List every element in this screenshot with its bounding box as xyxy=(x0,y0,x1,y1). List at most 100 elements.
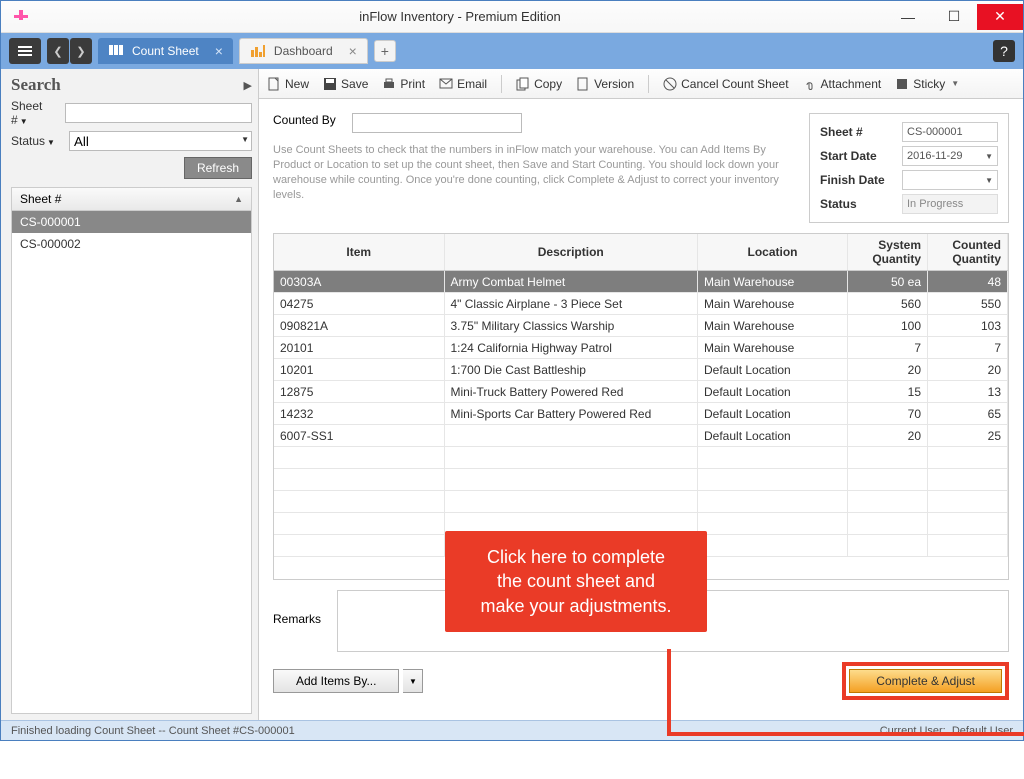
col-location[interactable]: Location xyxy=(698,234,848,271)
filter-sheet-input[interactable] xyxy=(65,103,252,123)
table-cell[interactable]: 1:24 California Highway Patrol xyxy=(444,337,698,359)
table-cell[interactable]: Main Warehouse xyxy=(698,293,848,315)
table-cell[interactable] xyxy=(444,447,698,469)
sheet-list-row[interactable]: CS-000002 xyxy=(12,233,251,255)
table-cell[interactable]: Main Warehouse xyxy=(698,271,848,293)
table-cell[interactable]: Main Warehouse xyxy=(698,337,848,359)
collapse-search-icon[interactable]: ▶ xyxy=(244,79,252,92)
sticky-button[interactable]: Sticky▼ xyxy=(895,77,959,91)
add-items-by-button[interactable]: Add Items By... xyxy=(273,669,399,693)
help-button[interactable]: ? xyxy=(993,40,1015,62)
table-cell[interactable]: 25 xyxy=(928,425,1008,447)
add-items-by-dropdown[interactable]: ▼ xyxy=(403,669,423,693)
table-cell[interactable]: Mini-Sports Car Battery Powered Red xyxy=(444,403,698,425)
table-cell[interactable] xyxy=(274,469,444,491)
table-cell[interactable]: Default Location xyxy=(698,403,848,425)
col-system-qty[interactable]: System Quantity xyxy=(848,234,928,271)
filter-status-select[interactable] xyxy=(69,131,252,151)
table-cell[interactable] xyxy=(698,469,848,491)
table-cell[interactable] xyxy=(928,535,1008,557)
table-cell[interactable]: 04275 xyxy=(274,293,444,315)
new-button[interactable]: New xyxy=(267,77,309,91)
table-cell[interactable] xyxy=(698,535,848,557)
col-item[interactable]: Item xyxy=(274,234,444,271)
save-button[interactable]: Save xyxy=(323,77,368,91)
hamburger-menu[interactable] xyxy=(9,38,41,64)
table-cell[interactable]: 090821A xyxy=(274,315,444,337)
col-description[interactable]: Description xyxy=(444,234,698,271)
table-cell[interactable]: 3.75" Military Classics Warship xyxy=(444,315,698,337)
table-cell[interactable]: 550 xyxy=(928,293,1008,315)
table-cell[interactable]: Default Location xyxy=(698,381,848,403)
email-button[interactable]: Email xyxy=(439,77,487,91)
table-row[interactable]: 102011:700 Die Cast BattleshipDefault Lo… xyxy=(274,359,1008,381)
table-cell[interactable]: 7 xyxy=(928,337,1008,359)
col-counted-qty[interactable]: Counted Quantity xyxy=(928,234,1008,271)
minimize-button[interactable]: — xyxy=(885,4,931,30)
table-cell[interactable]: 48 xyxy=(928,271,1008,293)
table-row[interactable] xyxy=(274,491,1008,513)
close-window-button[interactable]: ✕ xyxy=(977,4,1023,30)
counted-by-input[interactable] xyxy=(352,113,522,133)
sheet-list-row[interactable]: CS-000001 xyxy=(12,211,251,233)
table-cell[interactable]: 70 xyxy=(848,403,928,425)
table-cell[interactable]: 560 xyxy=(848,293,928,315)
table-cell[interactable] xyxy=(928,513,1008,535)
table-cell[interactable]: Default Location xyxy=(698,425,848,447)
table-cell[interactable] xyxy=(848,469,928,491)
table-cell[interactable]: 50 ea xyxy=(848,271,928,293)
table-row[interactable]: 201011:24 California Highway PatrolMain … xyxy=(274,337,1008,359)
table-cell[interactable]: Mini-Truck Battery Powered Red xyxy=(444,381,698,403)
table-cell[interactable] xyxy=(698,447,848,469)
print-button[interactable]: Print xyxy=(382,77,425,91)
table-cell[interactable] xyxy=(444,469,698,491)
meta-sheet-value[interactable]: CS-000001 xyxy=(902,122,998,142)
meta-start-date[interactable]: 2016-11-29▼ xyxy=(902,146,998,166)
close-tab-icon[interactable]: × xyxy=(215,43,223,59)
table-cell[interactable]: 15 xyxy=(848,381,928,403)
table-cell[interactable]: 4" Classic Airplane - 3 Piece Set xyxy=(444,293,698,315)
tab-dashboard[interactable]: Dashboard × xyxy=(239,38,368,64)
tab-count-sheet[interactable]: Count Sheet × xyxy=(98,38,233,64)
table-cell[interactable]: Army Combat Helmet xyxy=(444,271,698,293)
attachment-button[interactable]: Attachment xyxy=(803,77,882,91)
nav-forward-button[interactable]: ❯ xyxy=(70,38,92,64)
table-cell[interactable]: 20 xyxy=(928,359,1008,381)
table-row[interactable]: 14232Mini-Sports Car Battery Powered Red… xyxy=(274,403,1008,425)
copy-button[interactable]: Copy xyxy=(516,77,562,91)
dropdown-caret-icon[interactable]: ▼ xyxy=(241,135,249,144)
maximize-button[interactable]: ☐ xyxy=(931,4,977,30)
table-cell[interactable] xyxy=(928,469,1008,491)
table-cell[interactable]: 6007-SS1 xyxy=(274,425,444,447)
cancel-count-sheet-button[interactable]: Cancel Count Sheet xyxy=(663,77,788,91)
table-cell[interactable] xyxy=(928,491,1008,513)
table-cell[interactable]: 20 xyxy=(848,425,928,447)
table-row[interactable]: 00303AArmy Combat HelmetMain Warehouse50… xyxy=(274,271,1008,293)
table-cell[interactable]: 65 xyxy=(928,403,1008,425)
table-cell[interactable] xyxy=(848,447,928,469)
refresh-button[interactable]: Refresh xyxy=(184,157,252,179)
table-cell[interactable] xyxy=(444,491,698,513)
table-cell[interactable] xyxy=(848,535,928,557)
table-cell[interactable]: 14232 xyxy=(274,403,444,425)
table-cell[interactable] xyxy=(274,513,444,535)
table-cell[interactable] xyxy=(698,513,848,535)
version-button[interactable]: Version xyxy=(576,77,634,91)
table-cell[interactable]: 20101 xyxy=(274,337,444,359)
table-cell[interactable] xyxy=(274,447,444,469)
table-row[interactable]: 12875Mini-Truck Battery Powered RedDefau… xyxy=(274,381,1008,403)
table-row[interactable]: 6007-SS1 Default Location2025 xyxy=(274,425,1008,447)
table-cell[interactable]: 12875 xyxy=(274,381,444,403)
table-cell[interactable] xyxy=(848,513,928,535)
table-cell[interactable]: 13 xyxy=(928,381,1008,403)
sheet-list-header[interactable]: Sheet # ▲ xyxy=(12,188,251,211)
table-cell[interactable]: 10201 xyxy=(274,359,444,381)
meta-finish-date[interactable]: ▼ xyxy=(902,170,998,190)
table-row[interactable]: 042754" Classic Airplane - 3 Piece SetMa… xyxy=(274,293,1008,315)
table-cell[interactable]: 20 xyxy=(848,359,928,381)
table-cell[interactable]: 1:700 Die Cast Battleship xyxy=(444,359,698,381)
nav-back-button[interactable]: ❮ xyxy=(47,38,69,64)
table-cell[interactable]: 00303A xyxy=(274,271,444,293)
table-cell[interactable] xyxy=(928,447,1008,469)
table-row[interactable]: 090821A3.75" Military Classics WarshipMa… xyxy=(274,315,1008,337)
